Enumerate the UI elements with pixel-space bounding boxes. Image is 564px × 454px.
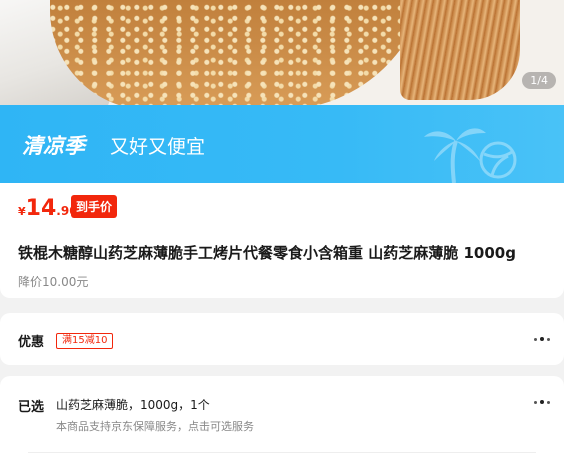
more-icon[interactable]: [534, 400, 550, 404]
promotion-label: 优惠: [18, 335, 45, 350]
price-reduced-note: 降价10.00元: [18, 275, 89, 289]
more-icon[interactable]: [534, 337, 550, 341]
banner-brand: 清凉季: [22, 134, 85, 158]
banner-slogan: 又好又便宜: [110, 136, 206, 158]
gallery-page-indicator: 1/4: [522, 72, 556, 89]
coupon-badge[interactable]: 满15减10: [56, 333, 114, 349]
price-display: ¥14.90: [18, 196, 78, 221]
selection-label: 已选: [18, 400, 45, 415]
final-price-badge: 到手价: [71, 195, 118, 218]
divider: [28, 452, 536, 453]
service-note: 本商品支持京东保障服务，点击可选服务: [56, 420, 254, 433]
promotion-row[interactable]: 优惠 满15减10: [0, 313, 564, 365]
beach-ball-icon: [479, 141, 517, 179]
promo-banner[interactable]: 清凉季 又好又便宜: [0, 105, 564, 183]
price-currency: ¥: [18, 205, 26, 218]
sesame-crisp-image: [50, 0, 430, 105]
selected-spec: 山药芝麻薄脆，1000g，1个: [56, 398, 210, 412]
product-image-gallery[interactable]: 1/4: [0, 0, 564, 105]
price-card: ¥14.90 到手价 铁棍木糖醇山药芝麻薄脆手工烤片代餐零食小含箱重 山药芝麻薄…: [0, 183, 564, 298]
price-integer: 14: [25, 196, 57, 221]
product-title: 铁棍木糖醇山药芝麻薄脆手工烤片代餐零食小含箱重 山药芝麻薄脆 1000g: [18, 244, 516, 262]
crisp-stack-image: [400, 0, 520, 100]
selection-row[interactable]: 已选 山药芝麻薄脆，1000g，1个 本商品支持京东保障服务，点击可选服务: [0, 376, 564, 454]
